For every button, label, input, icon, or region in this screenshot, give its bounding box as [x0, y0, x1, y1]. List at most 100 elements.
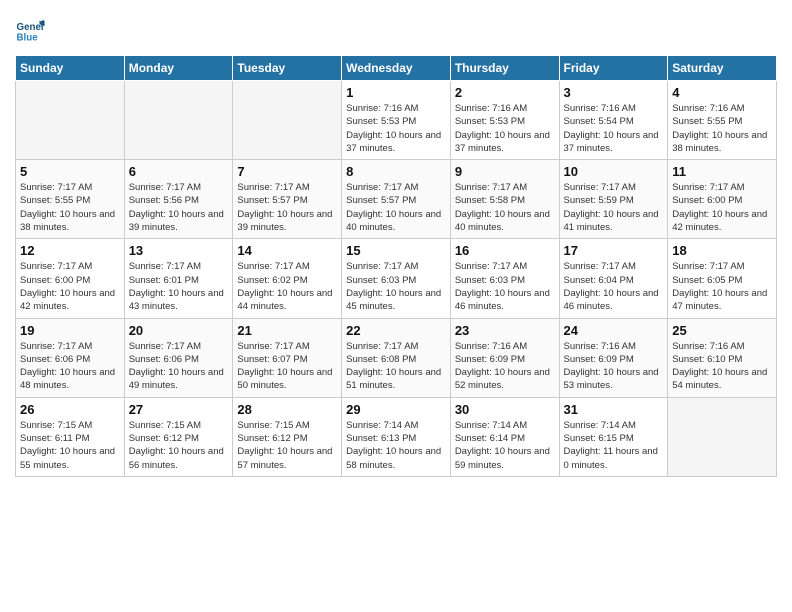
calendar-cell: 26 Sunrise: 7:15 AMSunset: 6:11 PMDayligh…	[16, 397, 125, 476]
day-number: 23	[455, 323, 555, 338]
day-info: Sunrise: 7:16 AMSunset: 6:09 PMDaylight:…	[564, 340, 664, 393]
calendar-cell: 8Sunrise: 7:17 AMSunset: 5:57 PMDaylight…	[342, 160, 451, 239]
day-number: 12	[20, 243, 120, 258]
day-info: Sunrise: 7:15 AMSunset: 6:12 PMDaylight:…	[129, 419, 229, 472]
calendar-week-row: 1 Sunrise: 7:16 AMSunset: 5:53 PMDaylight…	[16, 81, 777, 160]
day-number: 9	[455, 164, 555, 179]
calendar-cell: 16 Sunrise: 7:17 AMSunset: 6:03 PMDayligh…	[450, 239, 559, 318]
day-number: 14	[237, 243, 337, 258]
calendar-cell: 12 Sunrise: 7:17 AMSunset: 6:00 PMDayligh…	[16, 239, 125, 318]
calendar-cell: 6 Sunrise: 7:17 AMSunset: 5:56 PMDaylight…	[124, 160, 233, 239]
calendar-week-row: 26 Sunrise: 7:15 AMSunset: 6:11 PMDayligh…	[16, 397, 777, 476]
day-number: 1	[346, 85, 446, 100]
day-number: 5	[20, 164, 120, 179]
day-number: 19	[20, 323, 120, 338]
day-number: 15	[346, 243, 446, 258]
calendar-cell: 7 Sunrise: 7:17 AMSunset: 5:57 PMDaylight…	[233, 160, 342, 239]
day-number: 26	[20, 402, 120, 417]
day-info: Sunrise: 7:17 AMSunset: 6:03 PMDaylight:…	[346, 260, 446, 313]
day-number: 22	[346, 323, 446, 338]
calendar-cell: 24Sunrise: 7:16 AMSunset: 6:09 PMDayligh…	[559, 318, 668, 397]
day-number: 31	[564, 402, 664, 417]
day-info: Sunrise: 7:15 AMSunset: 6:12 PMDaylight:…	[237, 419, 337, 472]
day-number: 11	[672, 164, 772, 179]
day-number: 10	[564, 164, 664, 179]
logo-icon: General Blue	[15, 15, 45, 45]
calendar-week-row: 19 Sunrise: 7:17 AMSunset: 6:06 PMDayligh…	[16, 318, 777, 397]
calendar-cell: 5Sunrise: 7:17 AMSunset: 5:55 PMDaylight…	[16, 160, 125, 239]
day-info: Sunrise: 7:17 AMSunset: 6:00 PMDaylight:…	[672, 181, 772, 234]
day-number: 30	[455, 402, 555, 417]
day-info: Sunrise: 7:17 AMSunset: 6:06 PMDaylight:…	[20, 340, 120, 393]
day-info: Sunrise: 7:14 AMSunset: 6:15 PMDaylight:…	[564, 419, 664, 472]
svg-text:Blue: Blue	[17, 33, 39, 44]
day-number: 25	[672, 323, 772, 338]
calendar-cell: 4 Sunrise: 7:16 AMSunset: 5:55 PMDaylight…	[668, 81, 777, 160]
day-info: Sunrise: 7:17 AMSunset: 5:56 PMDaylight:…	[129, 181, 229, 234]
day-info: Sunrise: 7:16 AMSunset: 6:09 PMDaylight:…	[455, 340, 555, 393]
day-info: Sunrise: 7:17 AMSunset: 6:07 PMDaylight:…	[237, 340, 337, 393]
day-number: 21	[237, 323, 337, 338]
calendar-cell: 14 Sunrise: 7:17 AMSunset: 6:02 PMDayligh…	[233, 239, 342, 318]
calendar-cell: 23 Sunrise: 7:16 AMSunset: 6:09 PMDayligh…	[450, 318, 559, 397]
day-info: Sunrise: 7:17 AMSunset: 5:58 PMDaylight:…	[455, 181, 555, 234]
calendar-cell: 3Sunrise: 7:16 AMSunset: 5:54 PMDaylight…	[559, 81, 668, 160]
calendar-cell: 11 Sunrise: 7:17 AMSunset: 6:00 PMDayligh…	[668, 160, 777, 239]
day-info: Sunrise: 7:17 AMSunset: 6:03 PMDaylight:…	[455, 260, 555, 313]
calendar-cell: 22 Sunrise: 7:17 AMSunset: 6:08 PMDayligh…	[342, 318, 451, 397]
day-number: 4	[672, 85, 772, 100]
day-info: Sunrise: 7:16 AMSunset: 5:53 PMDaylight:…	[455, 102, 555, 155]
logo: General Blue	[15, 15, 45, 45]
calendar-body: 1 Sunrise: 7:16 AMSunset: 5:53 PMDaylight…	[16, 81, 777, 477]
calendar-cell: 19 Sunrise: 7:17 AMSunset: 6:06 PMDayligh…	[16, 318, 125, 397]
calendar-cell: 20 Sunrise: 7:17 AMSunset: 6:06 PMDayligh…	[124, 318, 233, 397]
day-number: 16	[455, 243, 555, 258]
day-info: Sunrise: 7:16 AMSunset: 5:53 PMDaylight:…	[346, 102, 446, 155]
day-info: Sunrise: 7:16 AMSunset: 5:55 PMDaylight:…	[672, 102, 772, 155]
day-info: Sunrise: 7:17 AMSunset: 5:57 PMDaylight:…	[237, 181, 337, 234]
calendar-cell: 15 Sunrise: 7:17 AMSunset: 6:03 PMDayligh…	[342, 239, 451, 318]
weekday-header-cell: Sunday	[16, 56, 125, 81]
calendar-cell: 18 Sunrise: 7:17 AMSunset: 6:05 PMDayligh…	[668, 239, 777, 318]
calendar-cell	[233, 81, 342, 160]
day-number: 6	[129, 164, 229, 179]
day-info: Sunrise: 7:16 AMSunset: 6:10 PMDaylight:…	[672, 340, 772, 393]
day-number: 20	[129, 323, 229, 338]
day-number: 17	[564, 243, 664, 258]
page-header: General Blue	[15, 15, 777, 45]
weekday-header-cell: Tuesday	[233, 56, 342, 81]
day-number: 29	[346, 402, 446, 417]
weekday-header-cell: Thursday	[450, 56, 559, 81]
calendar-cell	[668, 397, 777, 476]
day-number: 3	[564, 85, 664, 100]
calendar-cell: 29Sunrise: 7:14 AMSunset: 6:13 PMDayligh…	[342, 397, 451, 476]
day-info: Sunrise: 7:17 AMSunset: 6:06 PMDaylight:…	[129, 340, 229, 393]
calendar-cell: 27 Sunrise: 7:15 AMSunset: 6:12 PMDayligh…	[124, 397, 233, 476]
calendar-cell: 9 Sunrise: 7:17 AMSunset: 5:58 PMDaylight…	[450, 160, 559, 239]
day-number: 8	[346, 164, 446, 179]
day-info: Sunrise: 7:17 AMSunset: 6:04 PMDaylight:…	[564, 260, 664, 313]
day-info: Sunrise: 7:17 AMSunset: 6:02 PMDaylight:…	[237, 260, 337, 313]
weekday-header-cell: Saturday	[668, 56, 777, 81]
day-info: Sunrise: 7:14 AMSunset: 6:14 PMDaylight:…	[455, 419, 555, 472]
day-number: 28	[237, 402, 337, 417]
weekday-header-cell: Wednesday	[342, 56, 451, 81]
calendar-cell: 10 Sunrise: 7:17 AMSunset: 5:59 PMDayligh…	[559, 160, 668, 239]
calendar-cell: 17 Sunrise: 7:17 AMSunset: 6:04 PMDayligh…	[559, 239, 668, 318]
day-info: Sunrise: 7:17 AMSunset: 5:59 PMDaylight:…	[564, 181, 664, 234]
day-info: Sunrise: 7:17 AMSunset: 6:05 PMDaylight:…	[672, 260, 772, 313]
calendar-cell: 30 Sunrise: 7:14 AMSunset: 6:14 PMDayligh…	[450, 397, 559, 476]
calendar-cell: 13 Sunrise: 7:17 AMSunset: 6:01 PMDayligh…	[124, 239, 233, 318]
day-number: 18	[672, 243, 772, 258]
day-info: Sunrise: 7:17 AMSunset: 6:00 PMDaylight:…	[20, 260, 120, 313]
day-number: 7	[237, 164, 337, 179]
day-info: Sunrise: 7:17 AMSunset: 6:08 PMDaylight:…	[346, 340, 446, 393]
calendar-cell: 1 Sunrise: 7:16 AMSunset: 5:53 PMDaylight…	[342, 81, 451, 160]
day-number: 27	[129, 402, 229, 417]
day-number: 13	[129, 243, 229, 258]
day-info: Sunrise: 7:17 AMSunset: 6:01 PMDaylight:…	[129, 260, 229, 313]
weekday-header-cell: Friday	[559, 56, 668, 81]
day-info: Sunrise: 7:15 AMSunset: 6:11 PMDaylight:…	[20, 419, 120, 472]
calendar-week-row: 12 Sunrise: 7:17 AMSunset: 6:00 PMDayligh…	[16, 239, 777, 318]
calendar-cell: 31 Sunrise: 7:14 AMSunset: 6:15 PMDayligh…	[559, 397, 668, 476]
